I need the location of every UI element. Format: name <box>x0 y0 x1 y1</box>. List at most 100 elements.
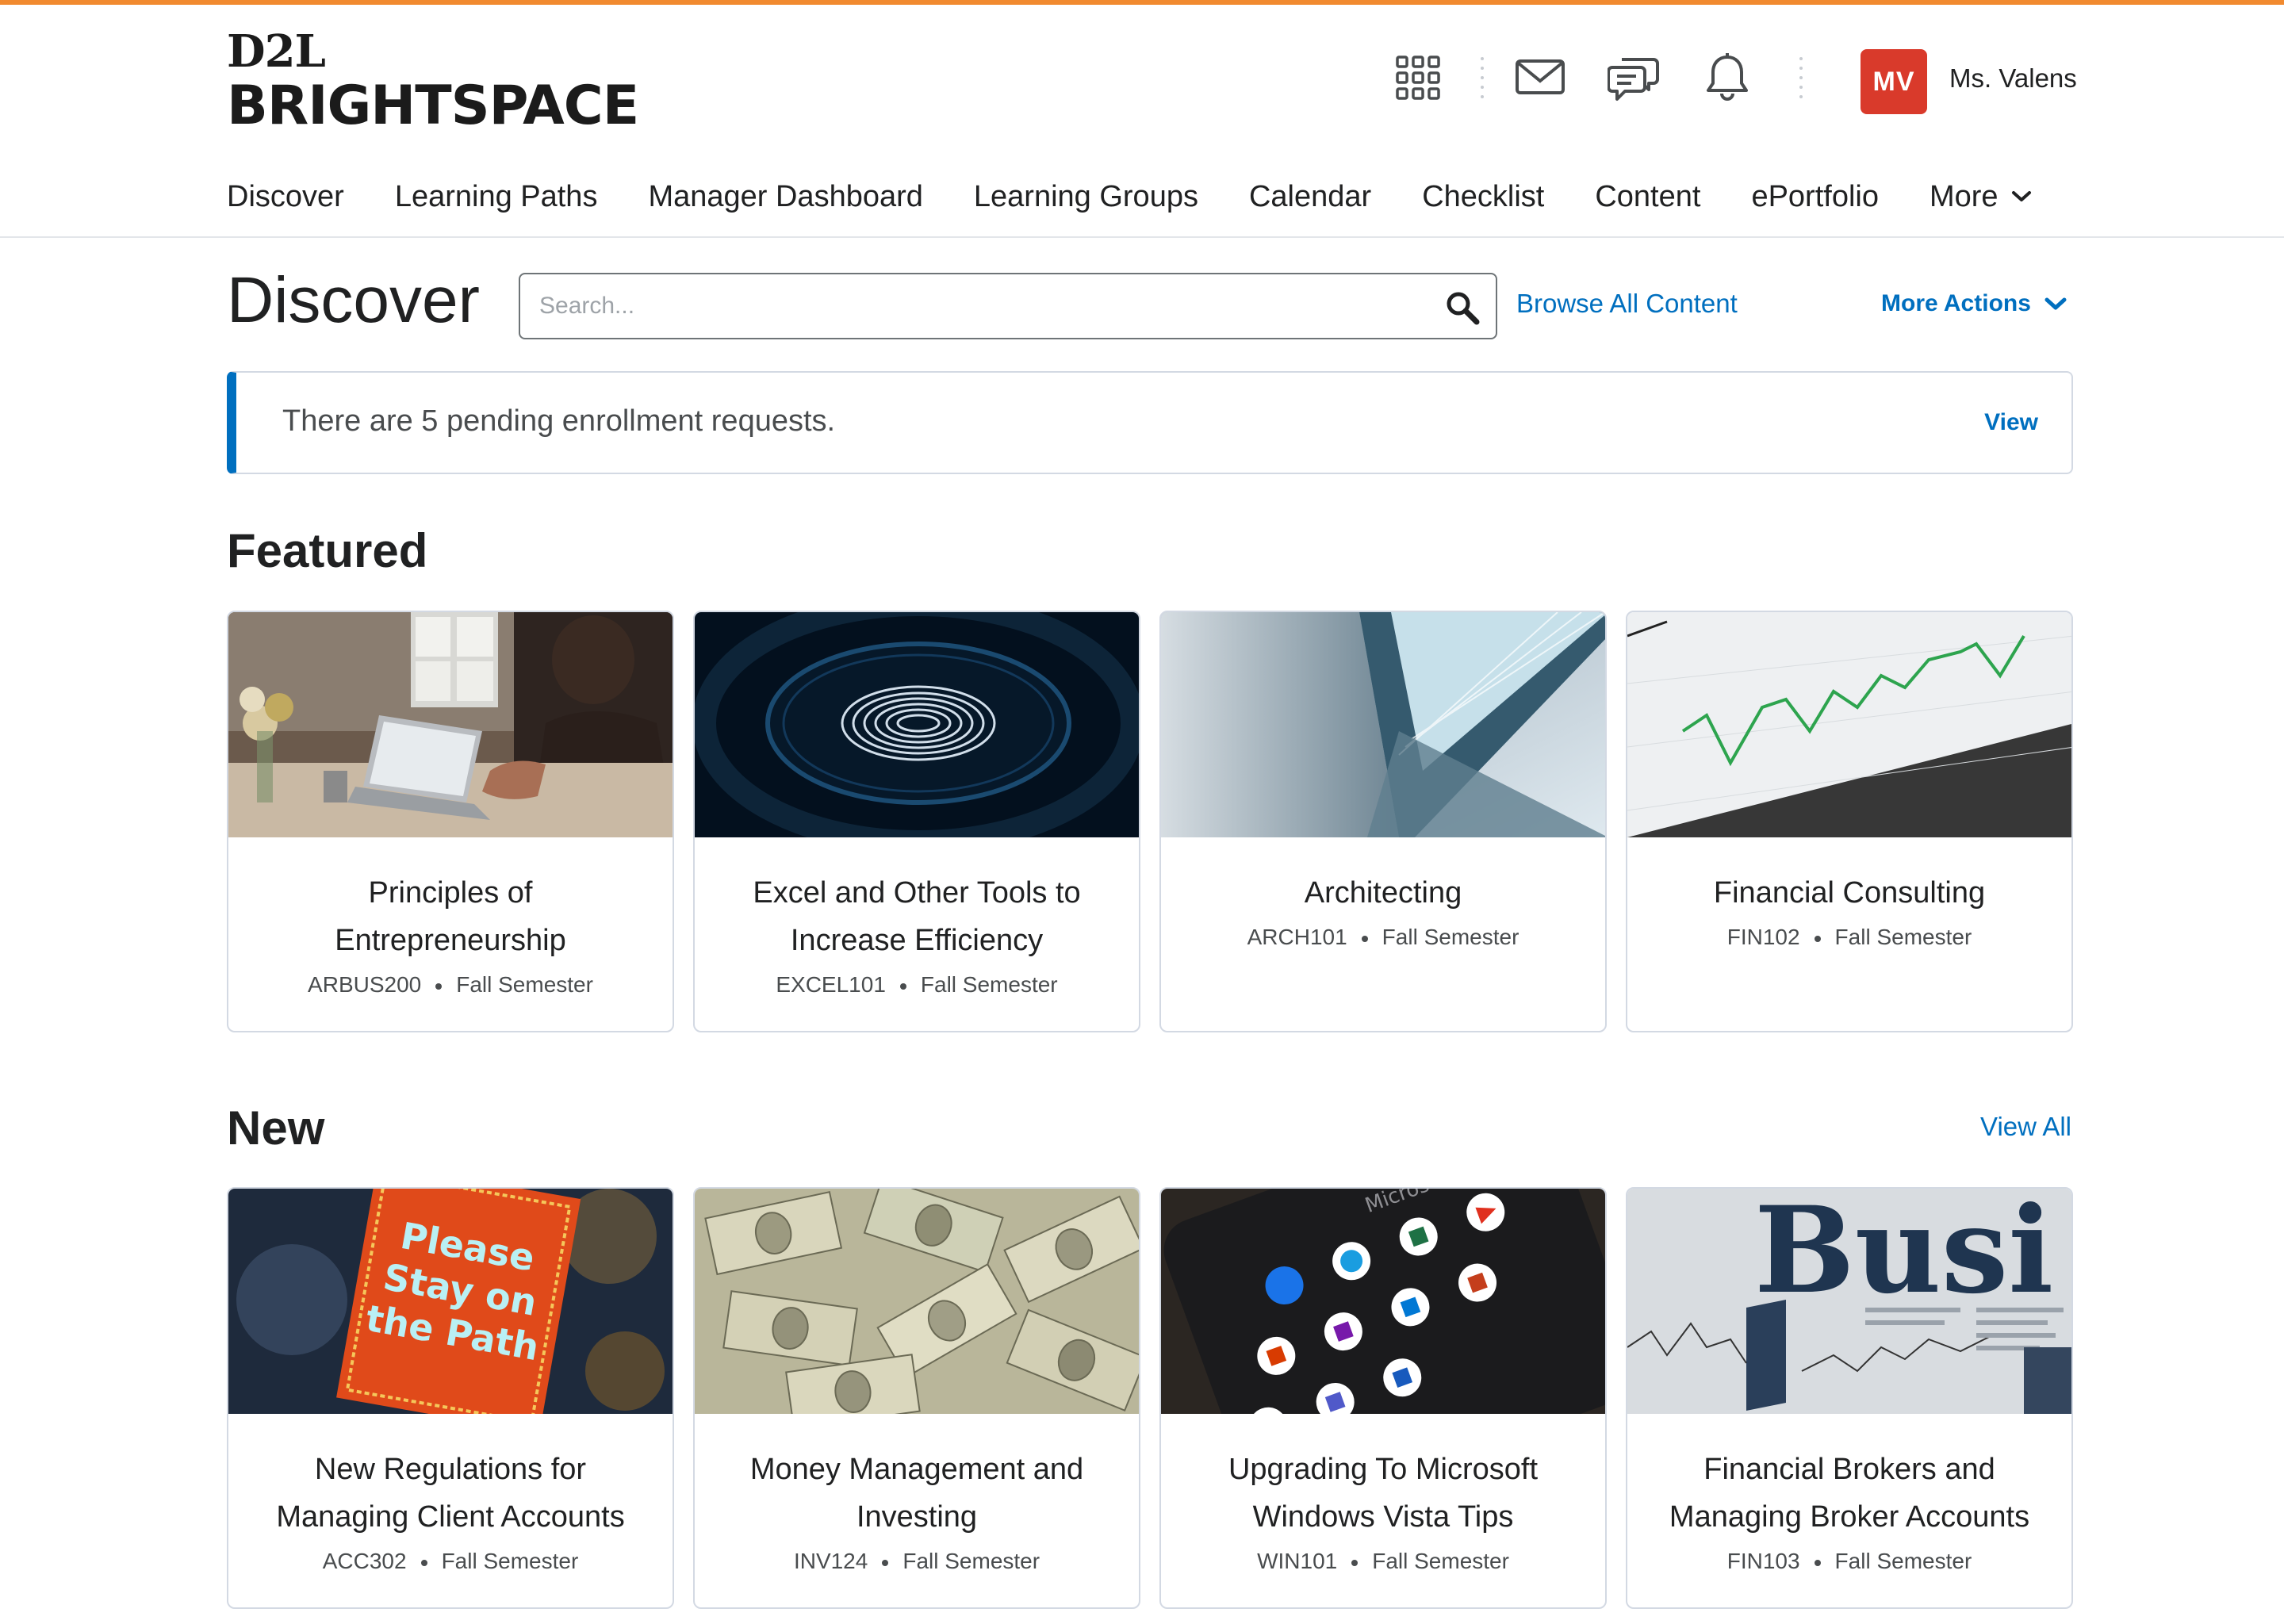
card-title: Financial Consulting <box>1713 876 1986 910</box>
course-term: Fall Semester <box>441 1549 579 1573</box>
featured-section-title: Featured <box>227 524 428 577</box>
more-actions-button[interactable]: More Actions <box>1881 290 2067 317</box>
course-card[interactable]: Please Stay on the Path New Regulations … <box>227 1187 674 1609</box>
business-newspaper-photo: Busi <box>1627 1189 2071 1414</box>
search-icon[interactable] <box>1443 289 1481 327</box>
card-title: Architecting <box>1304 876 1462 910</box>
card-title: Upgrading To Microsoft Windows Vista Tip… <box>1228 1453 1539 1534</box>
meta-separator-dot <box>1814 935 1821 942</box>
chevron-down-icon <box>2011 191 2031 201</box>
card-body: Excel and Other Tools to Increase Effici… <box>695 837 1139 998</box>
nav-item-discover[interactable]: Discover <box>227 180 344 214</box>
chat-icon[interactable] <box>1605 49 1662 106</box>
card-title: New Regulations for Managing Client Acco… <box>276 1453 625 1534</box>
course-term: Fall Semester <box>902 1549 1040 1573</box>
course-card[interactable]: Principles of Entrepreneurship ARBUS200 F… <box>227 611 674 1032</box>
browse-all-content-link[interactable]: Browse All Content <box>1516 289 1738 319</box>
course-code: INV124 <box>793 1549 868 1573</box>
card-meta: EXCEL101 Fall Semester <box>719 972 1115 998</box>
nav-more-label: More <box>1929 179 1998 213</box>
header-separator <box>1799 57 1803 98</box>
new-cards: Please Stay on the Path New Regulations … <box>227 1187 2075 1609</box>
dollar-bills-photo <box>695 1189 1139 1414</box>
course-term: Fall Semester <box>1382 925 1519 949</box>
course-code: FIN103 <box>1726 1549 1800 1573</box>
newspaper-headline: Busi <box>1754 1189 2053 1320</box>
card-title: Financial Brokers and Managing Broker Ac… <box>1669 1453 2030 1534</box>
course-code: WIN101 <box>1257 1549 1338 1573</box>
nav-item-content[interactable]: Content <box>1595 180 1700 214</box>
course-code: ARCH101 <box>1247 925 1347 949</box>
logo-brightspace-text: BRIGHTSPACE <box>227 75 639 137</box>
nav-item-calendar[interactable]: Calendar <box>1249 180 1371 214</box>
header-separator <box>1480 57 1485 98</box>
nav-item-learning-paths[interactable]: Learning Paths <box>395 180 598 214</box>
user-name[interactable]: Ms. Valens <box>1949 63 2077 94</box>
card-body: Upgrading To Microsoft Windows Vista Tip… <box>1161 1414 1605 1574</box>
stay-on-path-book-photo: Please Stay on the Path <box>228 1189 673 1414</box>
workspace-laptop-photo <box>228 612 673 837</box>
waffle-grid-icon[interactable] <box>1389 49 1447 106</box>
card-title: Money Management and Investing <box>749 1453 1084 1534</box>
card-body: New Regulations for Managing Client Acco… <box>228 1414 673 1574</box>
course-card[interactable]: Excel and Other Tools to Increase Effici… <box>693 611 1140 1032</box>
stock-chart-photo <box>1627 612 2071 837</box>
card-body: Financial Brokers and Managing Broker Ac… <box>1627 1414 2071 1574</box>
search-box <box>519 273 1497 339</box>
alert-message: There are 5 pending enrollment requests. <box>282 404 836 438</box>
card-body: Financial Consulting FIN102 Fall Semester <box>1627 837 2071 950</box>
user-avatar[interactable]: MV <box>1861 49 1927 114</box>
nav-item-checklist[interactable]: Checklist <box>1422 180 1544 214</box>
meta-separator-dot <box>882 1559 889 1566</box>
building-photo <box>1161 612 1605 837</box>
card-meta: ARBUS200 Fall Semester <box>252 972 649 998</box>
microsoft-apps-phone-photo: Microsoft <box>1161 1189 1605 1414</box>
featured-cards: Principles of Entrepreneurship ARBUS200 F… <box>227 611 2075 1032</box>
site-header: D2L BRIGHTSPACE MV Ms. Valens Discover L… <box>0 5 2284 238</box>
chevron-down-icon <box>2044 297 2067 310</box>
fingerprint-photo <box>695 612 1139 837</box>
card-body: Architecting ARCH101 Fall Semester <box>1161 837 1605 950</box>
meta-separator-dot <box>899 982 906 990</box>
main-navigation: Discover Learning Paths Manager Dashboar… <box>227 173 2032 220</box>
mail-icon[interactable] <box>1512 49 1569 106</box>
course-card[interactable]: Architecting ARCH101 Fall Semester <box>1159 611 1607 1032</box>
new-section-title: New <box>227 1101 325 1155</box>
course-card[interactable]: Microsoft Upgrading To Microsoft Windows… <box>1159 1187 1607 1609</box>
brightspace-logo[interactable]: D2L BRIGHTSPACE <box>227 22 639 141</box>
bell-icon[interactable] <box>1699 49 1756 106</box>
nav-item-learning-groups[interactable]: Learning Groups <box>974 180 1198 214</box>
nav-item-more[interactable]: More <box>1930 180 2032 214</box>
meta-separator-dot <box>1351 1559 1359 1566</box>
meta-separator-dot <box>1361 935 1368 942</box>
course-term: Fall Semester <box>1834 1549 1972 1573</box>
course-card[interactable]: Money Management and Investing INV124 Fal… <box>693 1187 1140 1609</box>
nav-item-eportfolio[interactable]: ePortfolio <box>1751 180 1879 214</box>
course-code: ARBUS200 <box>308 972 422 997</box>
card-meta: FIN103 Fall Semester <box>1651 1549 2048 1574</box>
course-code: EXCEL101 <box>776 972 886 997</box>
card-meta: FIN102 Fall Semester <box>1651 925 2048 950</box>
course-code: FIN102 <box>1726 925 1800 949</box>
course-card[interactable]: Busi Financial Brokers and Managing Brok… <box>1626 1187 2073 1609</box>
page-title: Discover <box>227 264 480 336</box>
course-code: ACC302 <box>322 1549 407 1573</box>
card-meta: ACC302 Fall Semester <box>252 1549 649 1574</box>
card-title: Principles of Entrepreneurship <box>335 876 566 957</box>
view-all-link[interactable]: View All <box>1980 1112 2071 1142</box>
meta-separator-dot <box>435 982 443 990</box>
meta-separator-dot <box>420 1559 427 1566</box>
logo-d2l-text: D2L <box>227 25 326 78</box>
card-title: Excel and Other Tools to Increase Effici… <box>753 876 1081 957</box>
card-body: Principles of Entrepreneurship ARBUS200 F… <box>228 837 673 998</box>
meta-separator-dot <box>1814 1559 1821 1566</box>
course-term: Fall Semester <box>1834 925 1972 949</box>
course-card[interactable]: Financial Consulting FIN102 Fall Semester <box>1626 611 2073 1032</box>
search-input[interactable] <box>539 285 1412 327</box>
nav-item-manager-dashboard[interactable]: Manager Dashboard <box>648 180 922 214</box>
alert-view-link[interactable]: View <box>1984 409 2038 436</box>
course-term: Fall Semester <box>920 972 1058 997</box>
course-term: Fall Semester <box>456 972 593 997</box>
card-meta: WIN101 Fall Semester <box>1185 1549 1581 1574</box>
card-meta: INV124 Fall Semester <box>719 1549 1115 1574</box>
